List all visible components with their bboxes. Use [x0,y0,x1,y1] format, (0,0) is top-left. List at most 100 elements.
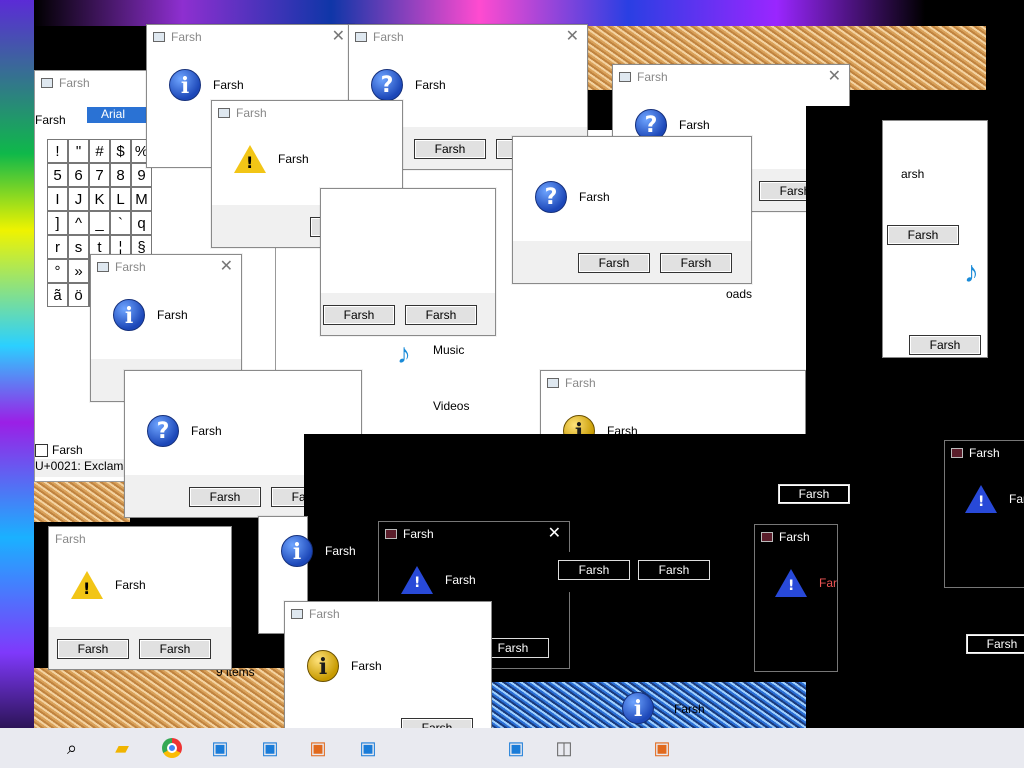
app-icon [761,532,773,542]
dialog-message: Farsh [415,78,446,92]
dialog-button[interactable]: Farsh [57,639,129,659]
search-icon[interactable]: ⌕ [60,736,84,760]
dialog-button[interactable]: Farsh [887,225,959,245]
dialog-message: Farsh [1009,492,1024,506]
question-icon [371,69,403,101]
char-cell[interactable]: 7 [89,163,110,187]
app-icon[interactable]: ◫ [552,736,576,760]
char-cell[interactable]: # [89,139,110,163]
dialog-button[interactable]: Farsh [966,634,1024,654]
information-icon [281,535,313,567]
close-icon[interactable]: ✕ [828,69,841,85]
char-cell[interactable]: ^ [68,211,89,235]
char-cell[interactable]: q [131,211,152,235]
music-icon: ♪ [964,256,979,289]
dialog-buttons-mid: Farsh Farsh [320,188,496,336]
app-icon [153,32,165,42]
dialog-blue-noodle: Farsh [600,686,800,726]
dialog-warning-2: Farsh Farsh Farsh Farsh [48,526,232,670]
char-cell[interactable]: ã [47,283,68,307]
char-cell[interactable]: ] [47,211,68,235]
dialog-message-partial: Far [819,576,837,590]
app-icon[interactable]: ▣ [208,736,232,760]
dialog-button[interactable]: Farsh [405,305,477,325]
information-icon [113,299,145,331]
checkbox-label: Farsh [52,443,83,457]
char-cell[interactable]: I [47,187,68,211]
char-cell[interactable]: 8 [110,163,131,187]
char-cell[interactable]: 6 [68,163,89,187]
checkbox[interactable] [35,443,48,457]
dialog-message: Farsh [191,424,222,438]
char-cell[interactable]: K [89,187,110,211]
app-icon [385,529,397,539]
dialog-title: Farsh [779,530,810,544]
dialog-title: Farsh [373,30,404,44]
dialog-dark-warning-2: Farsh Farsh [944,440,1024,588]
file-explorer-icon[interactable]: ▰ [110,736,134,760]
app-icon [41,78,53,88]
dialog-message: Farsh [157,308,188,322]
warning-icon [775,569,807,597]
app-icon[interactable]: ▣ [258,736,282,760]
char-cell[interactable]: J [68,187,89,211]
close-icon[interactable]: ✕ [332,29,345,45]
question-icon [535,181,567,213]
chrome-icon[interactable] [160,736,184,760]
dialog-button[interactable]: Farsh [660,253,732,273]
char-cell[interactable]: r [47,235,68,259]
dialog-button[interactable]: Farsh [909,335,981,355]
dialog-button[interactable]: Farsh [778,484,850,504]
char-cell[interactable]: 5 [47,163,68,187]
glitch-strip-left [0,0,34,768]
char-cell[interactable]: _ [89,211,110,235]
close-icon[interactable]: ✕ [566,29,579,45]
char-cell[interactable]: M [131,187,152,211]
charmap-title: Farsh [59,76,90,90]
dialog-message: Farsh [679,118,710,132]
dialog-info-gold-2: Farsh Farsh Farsh [284,601,492,749]
char-cell[interactable]: ! [47,139,68,163]
dialog-message: Farsh [213,78,244,92]
dialog-title: Farsh [309,607,340,621]
app-icon[interactable]: ▣ [504,736,528,760]
char-cell[interactable]: " [68,139,89,163]
close-icon[interactable]: ✕ [220,259,233,275]
app-icon [97,262,109,272]
dialog-right-stack: arsh Farsh Farsh [882,120,988,358]
char-cell[interactable]: L [110,187,131,211]
folder-videos[interactable]: Videos [433,399,469,413]
char-cell[interactable]: ` [110,211,131,235]
char-cell[interactable]: $ [110,139,131,163]
dialog-title: Farsh [565,376,596,390]
dialog-button[interactable]: Farsh [578,253,650,273]
information-icon [622,692,654,724]
dialog-button[interactable]: Farsh [323,305,395,325]
app-icon[interactable]: ▣ [306,736,330,760]
information-icon [169,69,201,101]
dialog-button[interactable]: Farsh [139,639,211,659]
dialog-button[interactable]: Farsh [558,560,630,580]
warning-icon [234,145,266,173]
char-cell[interactable]: s [68,235,89,259]
app-icon[interactable]: ▣ [356,736,380,760]
char-cell[interactable]: ö [68,283,89,307]
explorer-downloads[interactable]: oads [726,287,752,301]
app-icon [291,609,303,619]
dialog-button[interactable]: Farsh [638,560,710,580]
char-cell[interactable]: » [68,259,89,283]
dialog-button[interactable]: Farsh [414,139,486,159]
warning-icon [965,485,997,513]
dialog-message: Farsh [325,544,356,558]
dialog-message: Farsh [674,702,705,716]
char-cell[interactable]: ° [47,259,68,283]
close-icon[interactable]: ✕ [548,526,561,542]
dialog-dark-warning-3: Farsh Far [754,524,838,672]
app-icon[interactable]: ▣ [650,736,674,760]
dialog-question-3: Farsh Farsh Farsh [512,136,752,284]
dialog-message: Farsh [115,578,146,592]
folder-music[interactable]: Music [433,343,464,357]
app-icon [951,448,963,458]
dialog-message-partial: arsh [901,167,925,181]
dialog-button[interactable]: Farsh [189,487,261,507]
